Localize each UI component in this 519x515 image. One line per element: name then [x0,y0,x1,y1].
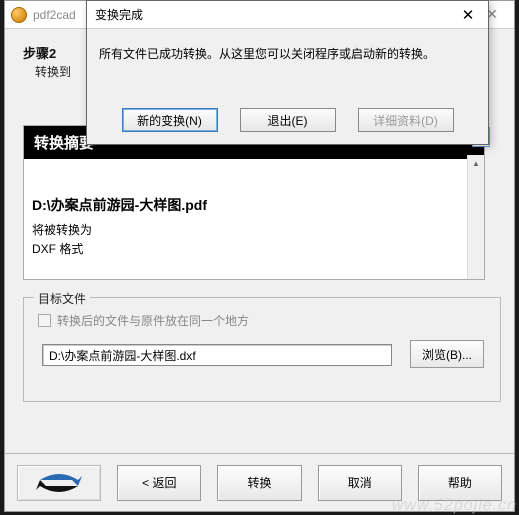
will-convert-label: 将被转换为 [32,221,476,238]
scroll-up-icon[interactable]: ▲ [468,155,484,172]
dialog-title: 变换完成 [87,6,448,23]
completion-dialog: 变换完成 ✕ 所有文件已成功转换。从这里您可以关闭程序或启动新的转换。 新的变换… [86,0,489,145]
source-file-path: D:\办案点前游园-大样图.pdf [32,195,476,215]
dialog-button-row: 新的变换(N) 退出(E) 详细资料(D) [87,108,488,132]
exit-button[interactable]: 退出(E) [240,108,336,132]
help-button[interactable]: 帮助 [418,465,502,501]
back-button[interactable]: < 返回 [117,465,201,501]
bottom-bar: < 返回 转换 取消 帮助 [5,453,514,511]
details-button: 详细资料(D) [358,108,454,132]
step-sublabel: 转换到 [35,63,71,80]
new-conversion-button[interactable]: 新的变换(N) [122,108,218,132]
target-file-group: 目标文件 转换后的文件与原件放在同一个地方 浏览(B)... [23,297,501,402]
output-path-input[interactable] [42,344,392,366]
dialog-message: 所有文件已成功转换。从这里您可以关闭程序或启动新的转换。 [87,29,488,62]
summary-panel: 转换摘要 D:\办案点前游园-大样图.pdf 将被转换为 DXF 格式 ▲ [23,125,485,280]
cancel-button[interactable]: 取消 [318,465,402,501]
step-label: 步骤2 [23,43,56,62]
logo-box [17,465,101,501]
same-folder-label: 转换后的文件与原件放在同一个地方 [57,312,249,329]
format-label: DXF 格式 [32,240,476,257]
same-folder-checkbox [38,314,51,327]
dialog-close-button[interactable]: ✕ [448,1,488,29]
summary-scrollbar[interactable]: ▲ [467,155,484,279]
convert-button[interactable]: 转换 [217,465,301,501]
swap-arrows-icon [36,472,82,494]
same-folder-checkbox-row: 转换后的文件与原件放在同一个地方 [38,312,249,329]
browse-button[interactable]: 浏览(B)... [410,340,484,368]
target-legend: 目标文件 [34,290,90,307]
summary-content: D:\办案点前游园-大样图.pdf 将被转换为 DXF 格式 [24,159,484,261]
app-icon [11,7,27,23]
dialog-titlebar: 变换完成 ✕ [87,1,488,29]
